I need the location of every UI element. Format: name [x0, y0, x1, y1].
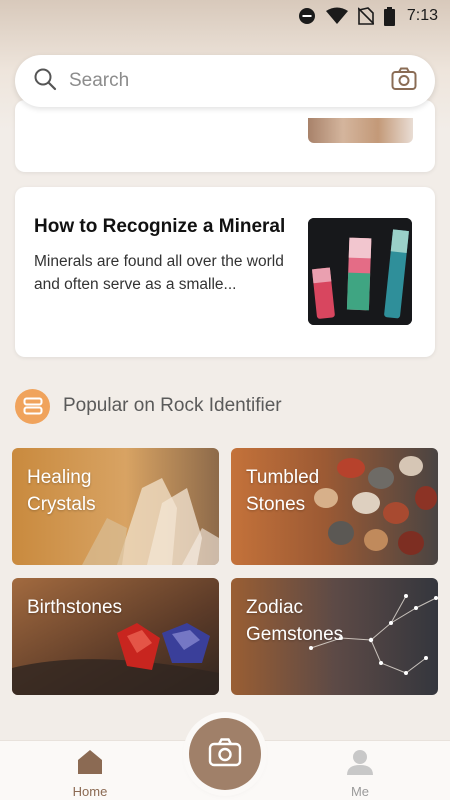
nav-me[interactable]: Me [320, 749, 400, 799]
clock: 7:13 [406, 7, 438, 24]
tile-birthstones[interactable]: Birthstones [12, 578, 219, 695]
tile-label: Healing Crystals [27, 467, 96, 515]
article-card[interactable]: How to Recognize a Mineral Minerals are … [15, 187, 435, 357]
status-bar: 7:13 [0, 0, 450, 32]
article-card-partial[interactable] [15, 100, 435, 172]
article-image [308, 218, 412, 325]
tile-label: Tumbled Stones [246, 467, 320, 515]
article-description: Minerals are found all over the world an… [34, 253, 284, 293]
section-title: Popular on Rock Identifier [63, 395, 282, 416]
home-icon [76, 749, 104, 780]
article-thumbnail [308, 118, 413, 143]
person-icon [346, 749, 374, 780]
tile-zodiac-gemstones[interactable]: Zodiac Gemstones [231, 578, 438, 695]
camera-icon [208, 737, 242, 772]
nav-me-label: Me [350, 784, 370, 799]
camera-icon[interactable] [391, 67, 417, 96]
battery-icon [383, 6, 395, 26]
nav-home-label: Home [72, 784, 108, 799]
section-header: Popular on Rock Identifier [15, 388, 282, 424]
search-icon [33, 67, 57, 96]
grid-icon [15, 388, 50, 424]
no-sim-icon [357, 7, 374, 25]
wifi-icon [325, 7, 348, 25]
tile-label: Birthstones [27, 597, 123, 618]
do-not-disturb-icon [298, 7, 316, 25]
tile-healing-crystals[interactable]: Healing Crystals [12, 448, 219, 565]
search-bar[interactable]: Search [15, 55, 435, 107]
nav-home[interactable]: Home [50, 749, 130, 799]
camera-button[interactable] [189, 718, 261, 790]
tile-label: Zodiac Gemstones [246, 597, 344, 645]
search-input[interactable]: Search [69, 70, 391, 92]
article-title: How to Recognize a Mineral [34, 216, 286, 237]
tile-tumbled-stones[interactable]: Tumbled Stones [231, 448, 438, 565]
